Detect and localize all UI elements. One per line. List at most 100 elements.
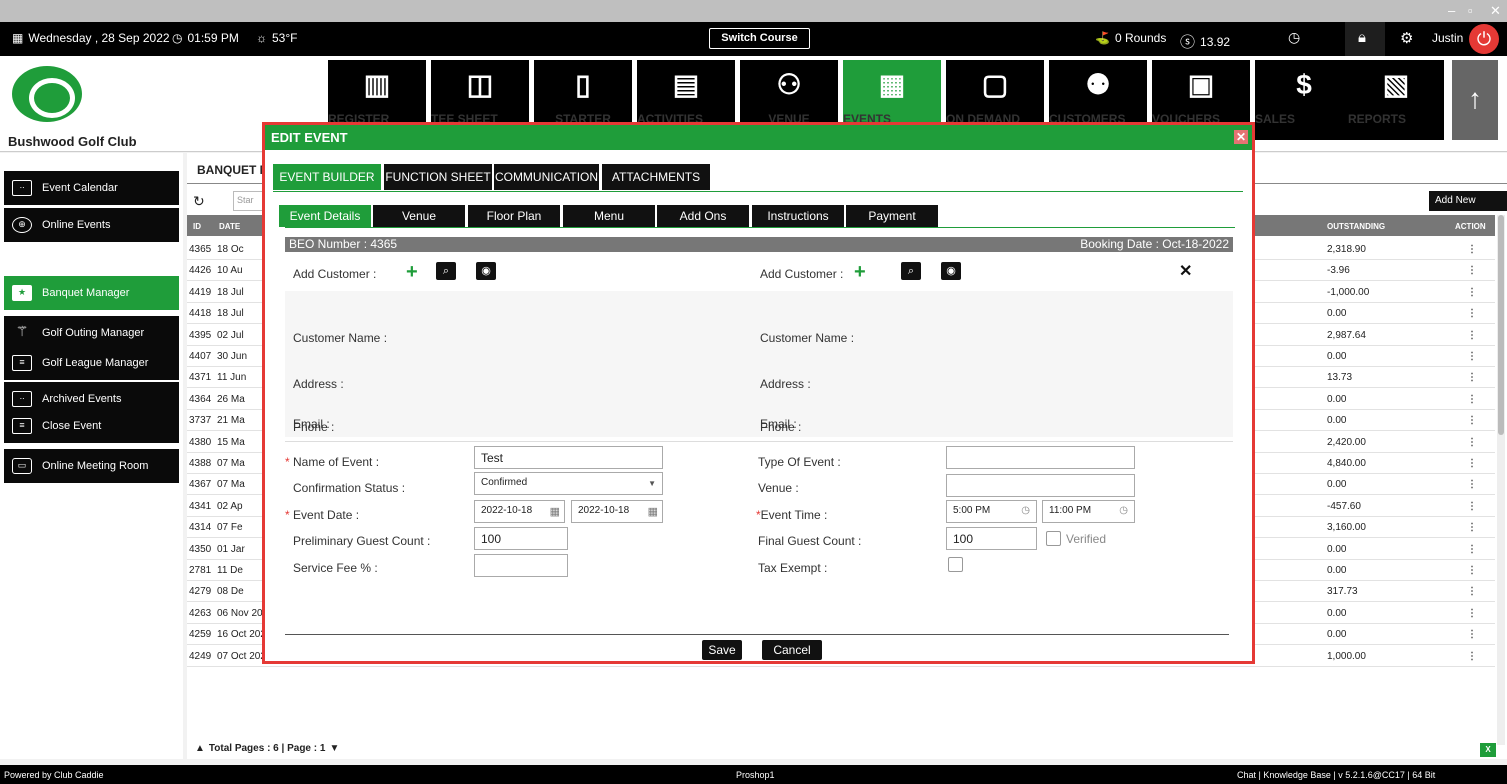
- search-icon[interactable]: ⌕: [436, 262, 456, 280]
- rounds-display[interactable]: ⛳ 0 Rounds: [1095, 31, 1166, 45]
- subtab-menu[interactable]: Menu: [563, 205, 655, 227]
- preliminary-guest-count-input[interactable]: 100: [474, 527, 568, 550]
- subtab-add-ons[interactable]: Add Ons: [657, 205, 749, 227]
- sidebar-item-online-events[interactable]: ⊕ Online Events: [4, 208, 179, 242]
- sidebar-item-golf-league-manager[interactable]: ≡ Golf League Manager: [4, 346, 179, 380]
- calendar-icon[interactable]: ▦: [550, 505, 560, 518]
- sidebar-item-golf-outing-manager[interactable]: ⚚ Golf Outing Manager: [4, 316, 179, 350]
- row-actions-icon[interactable]: ⋮: [1467, 522, 1477, 533]
- row-actions-icon[interactable]: ⋮: [1467, 308, 1477, 319]
- sidebar-item-close-event[interactable]: ≡ Close Event: [4, 409, 179, 443]
- save-button[interactable]: Save: [702, 640, 742, 660]
- table-cell: 4249: [189, 650, 212, 662]
- mobile-order-icon: ▢: [981, 69, 1009, 100]
- nav-sales[interactable]: $ SALES: [1255, 60, 1353, 140]
- subtab-instructions[interactable]: Instructions: [752, 205, 844, 227]
- row-actions-icon[interactable]: ⋮: [1467, 608, 1477, 619]
- eye-icon[interactable]: ◉: [476, 262, 496, 280]
- tab-function-sheet[interactable]: FUNCTION SHEET: [384, 164, 492, 190]
- close-window-icon[interactable]: ✕: [1490, 3, 1501, 19]
- event-name-input[interactable]: Test: [474, 446, 663, 469]
- table-cell: 11 De: [217, 565, 243, 576]
- clock-icon[interactable]: ◷: [1021, 505, 1030, 516]
- table-cell: 4407: [189, 351, 212, 362]
- row-actions-icon[interactable]: ⋮: [1467, 351, 1477, 362]
- sidebar-item-online-meeting-room[interactable]: ▭ Online Meeting Room: [4, 449, 179, 483]
- history-icon[interactable]: ◷: [1288, 29, 1300, 46]
- footer-links[interactable]: Chat | Knowledge Base | v 5.2.1.6@CC17 |…: [1237, 770, 1435, 780]
- final-guest-count-input[interactable]: 100: [946, 527, 1037, 550]
- search-icon[interactable]: ⌕: [901, 262, 921, 280]
- nav-reports[interactable]: ▧ REPORTS: [1348, 60, 1444, 140]
- plus-icon[interactable]: +: [854, 262, 866, 282]
- plus-icon[interactable]: +: [406, 262, 418, 282]
- row-actions-icon[interactable]: ⋮: [1467, 415, 1477, 426]
- row-actions-icon[interactable]: ⋮: [1467, 544, 1477, 555]
- verified-checkbox[interactable]: [1046, 531, 1061, 546]
- tab-attachments[interactable]: ATTACHMENTS: [602, 164, 710, 190]
- excel-export-icon[interactable]: X: [1480, 743, 1496, 757]
- subtab-floor-plan[interactable]: Floor Plan: [468, 205, 560, 227]
- row-actions-icon[interactable]: ⋮: [1467, 651, 1477, 662]
- table-cell: 4419: [189, 286, 212, 298]
- row-actions-icon[interactable]: ⋮: [1467, 265, 1477, 276]
- event-start-time-input[interactable]: 5:00 PM ◷: [946, 500, 1037, 523]
- row-actions-icon[interactable]: ⋮: [1467, 372, 1477, 383]
- weather-icon: ☼: [256, 31, 267, 45]
- gear-icon[interactable]: ⚙: [1400, 29, 1413, 47]
- row-actions-icon[interactable]: ⋮: [1467, 394, 1477, 405]
- tab-communication[interactable]: COMMUNICATION: [494, 164, 599, 190]
- table-cell: 07 Fe: [217, 522, 243, 534]
- cancel-button[interactable]: Cancel: [762, 640, 822, 660]
- remove-customer-icon[interactable]: ✕: [1179, 261, 1192, 281]
- row-actions-icon[interactable]: ⋮: [1467, 287, 1477, 298]
- subtab-payment[interactable]: Payment: [846, 205, 938, 227]
- event-end-time-input[interactable]: 11:00 PM ◷: [1042, 500, 1135, 523]
- lock-button[interactable]: 🔒︎: [1345, 22, 1385, 56]
- table-cell: 4259: [189, 629, 212, 641]
- verified-label: Verified: [1066, 532, 1107, 546]
- service-fee-input[interactable]: [474, 554, 568, 577]
- event-start-date-input[interactable]: 2022-10-18 ▦: [474, 500, 565, 523]
- table-scrollbar[interactable]: [1497, 215, 1505, 745]
- confirmation-status-select[interactable]: Confirmed ▼: [474, 472, 663, 495]
- sidebar-item-event-calendar[interactable]: ∙∙ Event Calendar: [4, 171, 179, 205]
- table-cell: 4426: [189, 265, 212, 277]
- tab-event-builder[interactable]: EVENT BUILDER: [273, 164, 381, 190]
- row-actions-icon[interactable]: ⋮: [1467, 629, 1477, 640]
- type-of-event-input[interactable]: [946, 446, 1135, 469]
- user-name[interactable]: Justin: [1432, 31, 1463, 45]
- add-new-event-button[interactable]: Add New Event: [1429, 191, 1507, 226]
- row-actions-icon[interactable]: ⋮: [1467, 437, 1477, 448]
- sidebar-item-banquet-manager[interactable]: ★ Banquet Manager: [4, 276, 179, 310]
- eye-icon[interactable]: ◉: [941, 262, 961, 280]
- prev-page-icon[interactable]: ▲: [195, 743, 205, 754]
- row-actions-icon[interactable]: ⋮: [1467, 479, 1477, 490]
- balance-display[interactable]: ⓢ 13.92: [1180, 31, 1230, 52]
- event-end-date-input[interactable]: 2022-10-18 ▦: [571, 500, 663, 523]
- row-actions-icon[interactable]: ⋮: [1467, 458, 1477, 469]
- restore-icon[interactable]: ▫: [1468, 3, 1473, 18]
- venue-input[interactable]: [946, 474, 1135, 497]
- table-cell: 2,318.90: [1327, 244, 1366, 255]
- collapse-header-button[interactable]: ↑: [1452, 60, 1498, 140]
- switch-course-button[interactable]: Switch Course: [709, 28, 810, 49]
- refresh-icon[interactable]: ↻: [193, 193, 205, 210]
- subtab-event-details[interactable]: Event Details: [279, 205, 371, 227]
- calendar-icon[interactable]: ▦: [648, 505, 658, 518]
- edit-event-modal: EDIT EVENT ✕ EVENT BUILDER FUNCTION SHEE…: [262, 122, 1255, 664]
- tax-exempt-checkbox[interactable]: [948, 557, 963, 572]
- row-actions-icon[interactable]: ⋮: [1467, 586, 1477, 597]
- row-actions-icon[interactable]: ⋮: [1467, 501, 1477, 512]
- close-icon[interactable]: ✕: [1234, 130, 1248, 144]
- power-icon[interactable]: ⏻: [1469, 24, 1499, 54]
- row-actions-icon[interactable]: ⋮: [1467, 330, 1477, 341]
- subtab-venue[interactable]: Venue: [373, 205, 465, 227]
- minimize-icon[interactable]: –: [1448, 3, 1455, 18]
- clock-icon[interactable]: ◷: [1119, 505, 1128, 516]
- table-cell: 4365: [189, 244, 212, 255]
- table-cell: 4388: [189, 458, 212, 469]
- row-actions-icon[interactable]: ⋮: [1467, 244, 1477, 255]
- row-actions-icon[interactable]: ⋮: [1467, 565, 1477, 576]
- next-page-icon[interactable]: ▼: [329, 743, 339, 754]
